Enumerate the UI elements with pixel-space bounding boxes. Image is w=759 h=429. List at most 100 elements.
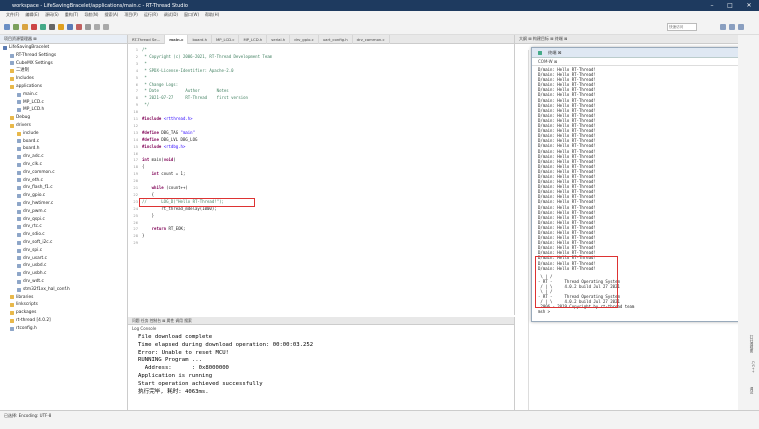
tab-com[interactable]: COM-W ⊠ xyxy=(538,59,557,64)
tree-item[interactable]: packages xyxy=(0,309,127,317)
code-line[interactable]: #define DBG_LVL DBG_LOG xyxy=(142,137,197,142)
perspective-label[interactable]: 打开透视图 xyxy=(742,335,755,353)
download-icon[interactable] xyxy=(31,24,37,30)
code-line[interactable]: #include <rtthread.h> xyxy=(142,116,193,121)
menu-item[interactable]: 调试(D) xyxy=(164,12,178,18)
code-line[interactable]: } xyxy=(142,233,144,238)
menu-item[interactable]: 源码(S) xyxy=(45,12,59,18)
tree-item[interactable]: drivers xyxy=(0,122,127,130)
tree-item[interactable]: stm32f1xx_hal_conf.h xyxy=(0,286,127,294)
code-editor[interactable]: RT-Thread Se... main.c board.h MP_LCD.c MP_L… xyxy=(128,34,515,315)
code-line[interactable]: */ xyxy=(142,102,149,107)
perspective-icon[interactable] xyxy=(720,24,726,30)
editor-tab[interactable]: MP_LCD.h xyxy=(239,34,268,44)
tree-item[interactable]: board.c xyxy=(0,138,127,146)
editor-tab[interactable]: main.c xyxy=(165,34,189,44)
tree-item[interactable]: drv_usbd.c xyxy=(0,262,127,270)
new-icon[interactable] xyxy=(4,24,10,30)
code-line[interactable]: * Change Logs: xyxy=(142,82,178,87)
tree-item[interactable]: LifeSavingBracelet xyxy=(0,44,127,52)
code-line[interactable]: * 2021-07-27 RT-Thread first version xyxy=(142,95,248,100)
tree-item[interactable]: drv_gpio.c xyxy=(0,192,127,200)
tree-item[interactable]: Debug xyxy=(0,114,127,122)
menu-item[interactable]: 重构(T) xyxy=(65,12,79,18)
code-line[interactable]: * Copyright (c) 2006-2021, RT-Thread Dev… xyxy=(142,54,272,59)
stop-icon[interactable] xyxy=(76,24,82,30)
settings-icon[interactable] xyxy=(67,24,73,30)
code-line[interactable]: int main(void) xyxy=(142,157,176,162)
code-line[interactable]: { xyxy=(142,192,154,197)
terminal-icon[interactable] xyxy=(49,24,55,30)
tree-item[interactable]: board.h xyxy=(0,145,127,153)
menu-item[interactable]: 编辑(E) xyxy=(25,12,39,18)
code-line[interactable]: * xyxy=(142,61,146,66)
build-icon[interactable] xyxy=(22,24,28,30)
editor-tab[interactable]: drv_common.c xyxy=(353,34,390,44)
quick-access-input[interactable]: 快速访问 xyxy=(667,23,697,31)
code-line[interactable]: #include <rtdbg.h> xyxy=(142,144,185,149)
tree-item[interactable]: drv_eth.c xyxy=(0,177,127,185)
tree-item[interactable]: MP_LCD.h xyxy=(0,106,127,114)
editor-tab[interactable]: drv_gpio.c xyxy=(290,34,319,44)
code-line[interactable]: int count = 1; xyxy=(142,171,186,176)
tree-item[interactable]: drv_wdt.c xyxy=(0,278,127,286)
code-line[interactable]: } xyxy=(142,213,154,218)
code-line[interactable]: /* xyxy=(142,47,147,52)
tree-item[interactable]: CubeMX Settings xyxy=(0,60,127,68)
tree-item[interactable]: MP_LCD.c xyxy=(0,99,127,107)
tree-item[interactable]: drv_clk.c xyxy=(0,161,127,169)
tree-item[interactable]: drv_rtc.c xyxy=(0,223,127,231)
tree-item[interactable]: rt-thread [4.0.2] xyxy=(0,317,127,325)
tree-item[interactable]: main.c xyxy=(0,91,127,99)
tree-item[interactable]: Includes xyxy=(0,75,127,83)
tab-project-explorer[interactable]: 项目资源管理器 ⊠ xyxy=(0,35,127,44)
right-tab-strip[interactable]: 大纲 ⊠ 构建目标 ⊠ 终端 ⊠ xyxy=(519,36,567,42)
code-line[interactable]: #define DBG_TAG "main" xyxy=(142,130,195,135)
editor-tab[interactable]: MP_LCD.c xyxy=(212,34,240,44)
back-icon[interactable] xyxy=(94,24,100,30)
code-line[interactable]: while (count++) xyxy=(142,185,188,190)
sdk-manager-icon[interactable] xyxy=(58,24,64,30)
console-tab-strip[interactable]: 问题 任务 控制台 ⊠ 属性 调用 搜索 xyxy=(132,318,192,324)
code-line[interactable]: * Date Author Notes xyxy=(142,88,228,93)
menu-item[interactable]: 窗口(W) xyxy=(184,12,199,18)
close-button[interactable]: ✕ xyxy=(739,0,759,11)
perspective-label[interactable]: C/C++ xyxy=(742,361,755,373)
tree-item[interactable]: include xyxy=(0,130,127,138)
tab-terminal[interactable]: 终端 ⊠ xyxy=(548,50,561,56)
minimize-button[interactable]: – xyxy=(703,0,721,11)
debug-icon[interactable] xyxy=(40,24,46,30)
code-line[interactable]: * xyxy=(142,75,146,80)
tree-item[interactable]: drv_qspi.c xyxy=(0,216,127,224)
tree-item[interactable]: libraries xyxy=(0,294,127,302)
perspective-label[interactable]: 调试 xyxy=(742,387,755,394)
cpp-perspective-icon[interactable] xyxy=(729,24,735,30)
tree-item[interactable]: RT-Thread Settings xyxy=(0,52,127,60)
menu-item[interactable]: 搜索(A) xyxy=(104,12,118,18)
code-line[interactable]: { xyxy=(142,164,144,169)
maximize-button[interactable]: □ xyxy=(721,0,739,11)
editor-tab[interactable]: uart_config.h xyxy=(319,34,353,44)
editor-tab[interactable]: serial.h xyxy=(267,34,291,44)
tree-item[interactable]: drv_flash_f1.c xyxy=(0,184,127,192)
tree-item[interactable]: drv_soft_i2c.c xyxy=(0,239,127,247)
menu-item[interactable]: 导航(N) xyxy=(84,12,98,18)
forward-icon[interactable] xyxy=(103,24,109,30)
tree-item[interactable]: drv_hwtimer.c xyxy=(0,200,127,208)
code-line[interactable]: return RT_EOK; xyxy=(142,226,186,231)
menu-item[interactable]: 帮助(H) xyxy=(205,12,219,18)
tree-item[interactable]: drv_usart.c xyxy=(0,255,127,263)
menu-item[interactable]: 运行(R) xyxy=(144,12,158,18)
tree-item[interactable]: drv_sdio.c xyxy=(0,231,127,239)
editor-tab[interactable]: board.h xyxy=(188,34,213,44)
menu-item[interactable]: 项目(P) xyxy=(124,12,138,18)
tree-item[interactable]: drv_common.c xyxy=(0,169,127,177)
tree-item[interactable]: drv_adc.c xyxy=(0,153,127,161)
code-line[interactable]: * SPDX-License-Identifier: Apache-2.0 xyxy=(142,68,233,73)
tree-item[interactable]: drv_pwm.c xyxy=(0,208,127,216)
editor-tab[interactable]: RT-Thread Se... xyxy=(128,34,166,44)
tree-item[interactable]: drv_usbh.c xyxy=(0,270,127,278)
tree-item[interactable]: rtconfig.h xyxy=(0,325,127,333)
menu-item[interactable]: 文件(F) xyxy=(6,12,19,18)
tree-item[interactable]: drv_spi.c xyxy=(0,247,127,255)
